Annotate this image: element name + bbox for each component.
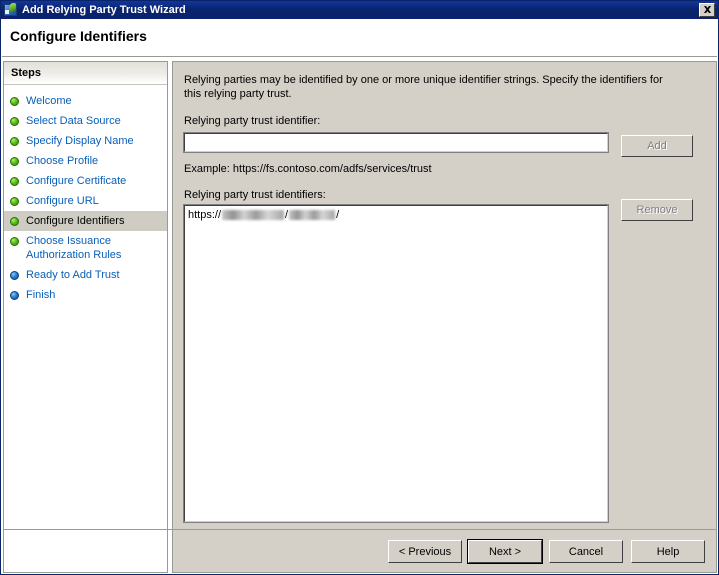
footer-separator [3,529,717,530]
sidebar-item-label: Configure Certificate [26,175,127,187]
steps-header-label: Steps [11,67,41,79]
intro-description: Relying parties may be identified by one… [184,74,663,100]
steps-header: Steps [4,62,167,85]
close-glyph [703,6,711,13]
sidebar-item-configure-identifiers[interactable]: Configure Identifiers [4,211,167,231]
step-bullet-icon [10,217,19,226]
list-item[interactable]: https:// / / [185,208,607,222]
step-bullet-icon [10,137,19,146]
step-bullet-icon [10,97,19,106]
sidebar-item-label: Select Data Source [26,115,121,127]
step-bullet-icon [10,197,19,206]
step-bullet-icon [10,271,19,280]
identifier-separator: / [285,209,289,221]
wizard-window: Add Relying Party Trust Wizard Configure… [0,0,719,575]
identifier-prefix: https:// [188,209,222,221]
page-title: Configure Identifiers [10,28,147,44]
close-icon[interactable] [699,3,715,17]
help-button[interactable]: Help [631,540,705,563]
redacted-host [222,210,285,220]
relying-party-trust-identifier-input[interactable] [183,132,609,153]
sidebar-item-finish[interactable]: Finish [4,285,167,305]
sidebar-item-label: Configure URL [26,195,99,207]
content-panel: Relying parties may be identified by one… [172,61,717,573]
sidebar-item-choose-issuance-authorization-rules[interactable]: Choose Issuance Authorization Rules [4,231,167,265]
step-bullet-icon [10,117,19,126]
header-band: Configure Identifiers [2,20,717,57]
example-hint: Example: https://fs.contoso.com/adfs/ser… [184,163,432,175]
add-button[interactable]: Add [621,135,693,157]
sidebar-item-specify-display-name[interactable]: Specify Display Name [4,131,167,151]
step-bullet-icon [10,157,19,166]
sidebar-item-ready-to-add-trust[interactable]: Ready to Add Trust [4,265,167,285]
sidebar-item-configure-certificate[interactable]: Configure Certificate [4,171,167,191]
title-bar: Add Relying Party Trust Wizard [1,1,718,19]
identifiers-listbox[interactable]: https:// / / [183,204,609,523]
sidebar-item-label: Finish [26,289,56,301]
sidebar-item-configure-url[interactable]: Configure URL [4,191,167,211]
window-title: Add Relying Party Trust Wizard [22,4,186,16]
next-button[interactable]: Next > [467,539,543,564]
redacted-path [289,210,336,220]
sidebar-item-label: Ready to Add Trust [26,269,120,281]
sidebar-item-label: Welcome [26,95,72,107]
identifier-field-label: Relying party trust identifier: [184,115,321,127]
sidebar-item-label: Choose Profile [26,155,99,167]
previous-button[interactable]: < Previous [388,540,462,563]
sidebar-item-select-data-source[interactable]: Select Data Source [4,111,167,131]
step-bullet-icon [10,291,19,300]
cancel-button[interactable]: Cancel [549,540,623,563]
sidebar-item-label: Specify Display Name [26,135,134,147]
adfs-wizard-icon [3,2,19,18]
identifier-suffix: / [336,209,340,221]
sidebar-item-welcome[interactable]: Welcome [4,91,167,111]
remove-button[interactable]: Remove [621,199,693,221]
sidebar-item-label: Configure Identifiers [26,215,125,227]
step-bullet-icon [10,177,19,186]
step-bullet-icon [10,237,19,246]
identifiers-list-label: Relying party trust identifiers: [184,189,326,201]
sidebar-item-choose-profile[interactable]: Choose Profile [4,151,167,171]
steps-sidebar: Steps Welcome Select Data Source Specify… [3,61,168,573]
sidebar-item-label: Choose Issuance Authorization Rules [26,235,122,261]
steps-list: Welcome Select Data Source Specify Displ… [4,85,167,305]
